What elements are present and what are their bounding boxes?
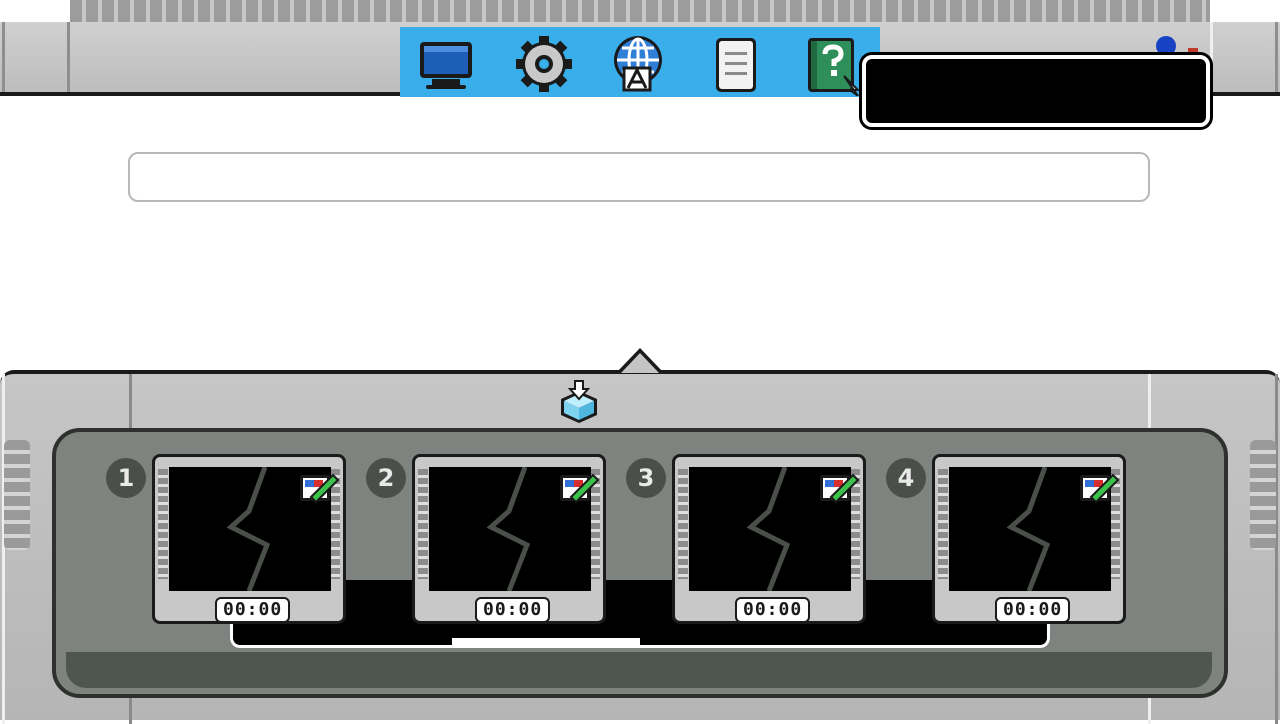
card-grip (938, 469, 948, 579)
card-grip (678, 469, 688, 579)
toolbar (400, 27, 880, 97)
card-grip (418, 469, 428, 579)
slot-number-3: 3 (626, 458, 666, 498)
globe-language-icon (614, 36, 662, 92)
user-indicator-icon[interactable] (1156, 36, 1176, 56)
top-bar-left-segment (2, 22, 70, 92)
tooltip (862, 55, 1210, 127)
cartridge-time: 00:00 (475, 597, 551, 623)
cartridge-slot-1[interactable]: 00:00 (152, 454, 346, 624)
slot-number-1: 1 (106, 458, 146, 498)
edit-pencil-icon (560, 473, 599, 504)
display-button[interactable] (414, 32, 478, 96)
eject-button[interactable] (555, 377, 603, 425)
cartridge-shelf (230, 580, 1050, 648)
tray-scrollbar[interactable] (452, 638, 640, 646)
help-book-icon (808, 38, 861, 96)
slot-number-2: 2 (366, 458, 406, 498)
document-button[interactable] (704, 32, 768, 96)
cartridge-time: 00:00 (735, 597, 811, 623)
help-button[interactable] (800, 32, 864, 96)
cartridge-slot-3[interactable]: 00:00 (672, 454, 866, 624)
top-bar-right-segment (1210, 22, 1278, 92)
edit-pencil-icon (820, 473, 859, 504)
display-icon (420, 42, 472, 89)
cartridge-time: 00:00 (995, 597, 1071, 623)
dock-notch-inner (621, 353, 659, 373)
settings-gear-icon (516, 36, 572, 92)
dock-left-grip (4, 440, 30, 550)
settings-button[interactable] (512, 32, 576, 96)
slot-number-4: 4 (886, 458, 926, 498)
cartridge-slot-2[interactable]: 00:00 (412, 454, 606, 624)
eject-icon (561, 380, 597, 423)
language-button[interactable] (606, 32, 670, 96)
cartridge-slot-4[interactable]: 00:00 (932, 454, 1126, 624)
dock-right-grip (1250, 440, 1276, 550)
document-icon (716, 38, 756, 92)
search-input[interactable] (128, 152, 1150, 202)
cartridge-time: 00:00 (215, 597, 291, 623)
edit-pencil-icon (300, 473, 339, 504)
card-grip (158, 469, 168, 579)
tray-bottom-ledge (66, 652, 1212, 688)
edit-pencil-icon (1080, 473, 1119, 504)
